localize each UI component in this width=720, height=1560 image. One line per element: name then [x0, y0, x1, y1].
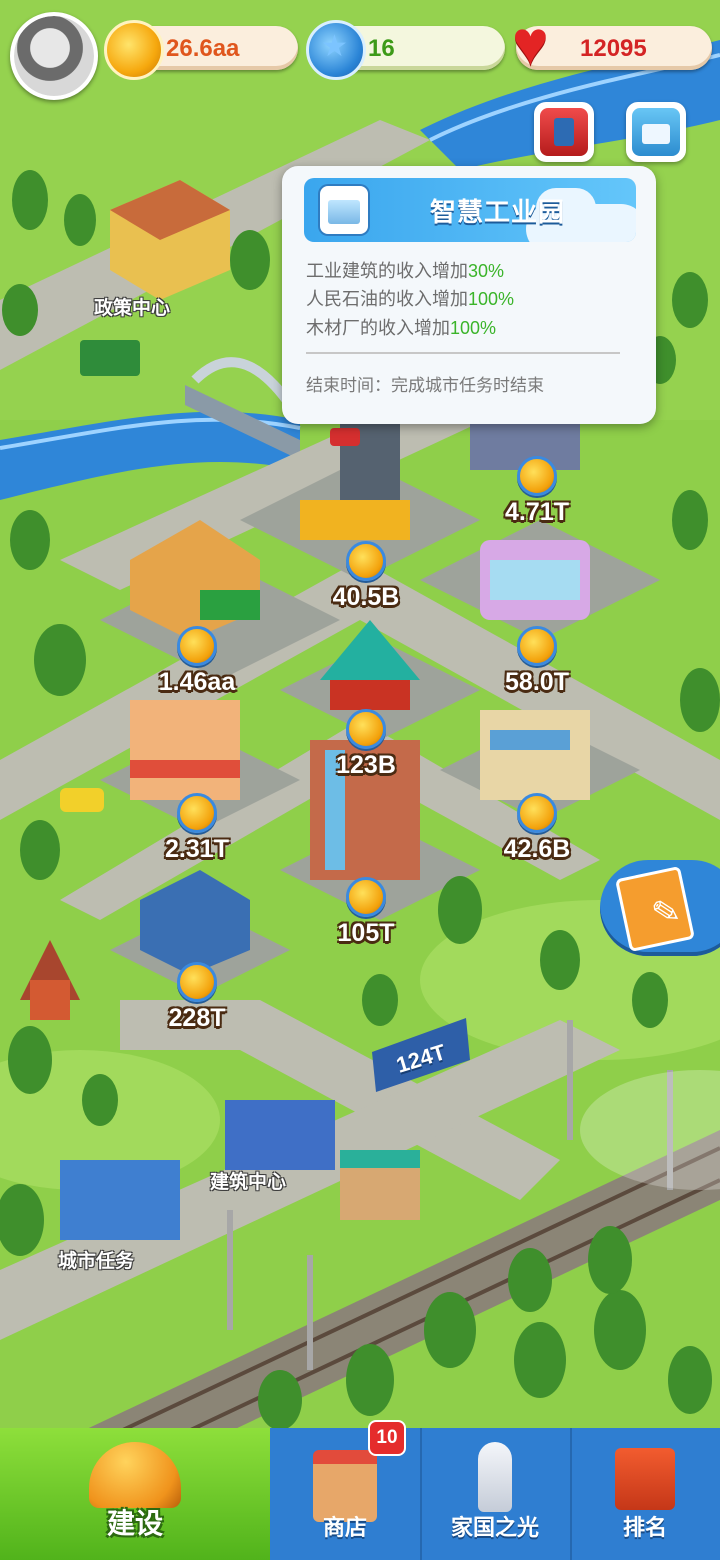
- gold-counter[interactable]: 26.6aa: [104, 20, 298, 80]
- bottom-nav: 建设 商店 家国之光 排名: [0, 1428, 720, 1560]
- end-time-text: 结束时间：完成城市任务时结束: [306, 376, 544, 395]
- building-income[interactable]: 58.0T: [505, 668, 569, 697]
- coin-icon[interactable]: [346, 709, 386, 749]
- coin-icon[interactable]: [346, 877, 386, 917]
- building-income[interactable]: 2.31T: [165, 835, 229, 864]
- edit-layout-button[interactable]: [600, 860, 720, 956]
- coin-icon[interactable]: [177, 793, 217, 833]
- star-value: 16: [368, 35, 395, 62]
- coin-icon[interactable]: [177, 962, 217, 1002]
- buff-line: 木材厂的收入增加100%: [306, 318, 497, 338]
- player-avatar[interactable]: [10, 12, 98, 100]
- building-income[interactable]: 105T: [338, 919, 395, 948]
- building-income[interactable]: 1.46aa: [159, 668, 235, 697]
- popup-title: 智慧工业园: [430, 197, 566, 227]
- tab-home-light[interactable]: 家国之光: [420, 1428, 572, 1560]
- star-counter[interactable]: 16: [306, 20, 505, 80]
- building-income[interactable]: 42.6B: [504, 835, 571, 864]
- tab-ranking[interactable]: 排名: [570, 1428, 720, 1560]
- buff-line: 人民石油的收入增加100%: [306, 289, 515, 309]
- coin-icon[interactable]: [517, 793, 557, 833]
- tab-rank-label: 排名: [622, 1515, 667, 1540]
- city-tasks-label[interactable]: 城市任务: [58, 1246, 134, 1273]
- heart-counter[interactable]: 12095: [512, 8, 712, 79]
- tab-build[interactable]: 建设: [0, 1428, 270, 1560]
- star-icon: [306, 20, 366, 80]
- building-income[interactable]: 40.5B: [333, 583, 400, 612]
- gold-coin-icon: [104, 20, 164, 80]
- event-city-icon[interactable]: [534, 102, 594, 162]
- heart-icon: [512, 8, 566, 79]
- tab-build-label: 建设: [106, 1508, 163, 1539]
- building-income[interactable]: 228T: [169, 1004, 226, 1033]
- coin-icon[interactable]: [346, 541, 386, 581]
- popup-banner: 智慧工业园: [304, 178, 636, 242]
- edit-pencil-icon: [615, 865, 695, 953]
- industrial-park-icon: [320, 186, 368, 234]
- buff-line: 工业建筑的收入增加30%: [306, 261, 505, 281]
- coin-icon[interactable]: [517, 456, 557, 496]
- gold-value: 26.6aa: [166, 35, 240, 62]
- rocket-icon: [478, 1442, 512, 1512]
- shop-notification-badge: 10: [368, 1420, 406, 1456]
- divider: [306, 352, 620, 354]
- coin-icon[interactable]: [177, 626, 217, 666]
- event-industrial-park-icon[interactable]: [626, 102, 686, 162]
- tab-home-label: 家国之光: [450, 1515, 539, 1540]
- building-center-label[interactable]: 建筑中心: [210, 1167, 286, 1194]
- heart-value: 12095: [580, 35, 647, 62]
- buff-popup[interactable]: 智慧工业园 工业建筑的收入增加30% 人民石油的收入增加100% 木材厂的收入增…: [282, 166, 656, 424]
- hard-hat-icon: [89, 1442, 181, 1508]
- coin-icon[interactable]: [517, 626, 557, 666]
- tab-shop-label: 商店: [322, 1515, 367, 1540]
- building-income[interactable]: 123B: [336, 751, 396, 780]
- ranking-icon: [615, 1448, 675, 1510]
- building-income[interactable]: 4.71T: [505, 498, 569, 527]
- policy-center-label[interactable]: 政策中心: [94, 293, 170, 320]
